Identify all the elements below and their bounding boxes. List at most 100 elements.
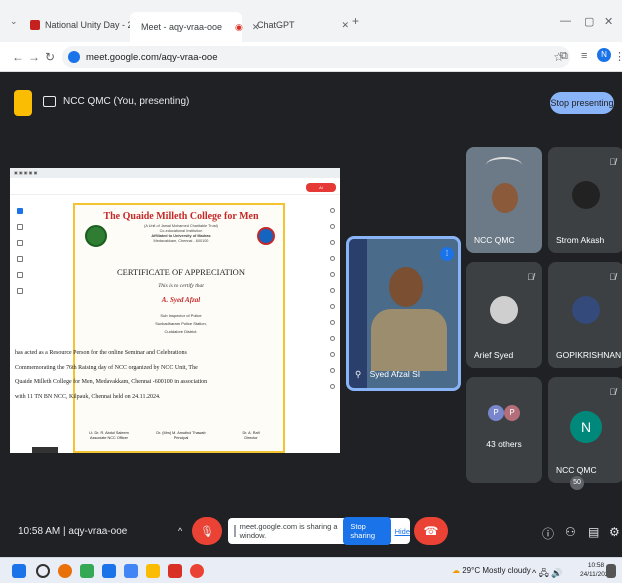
sharing-notice: meet.google.com is sharing a window. Sto… [228, 517, 410, 545]
people-icon[interactable]: ⚇ [565, 525, 576, 539]
presenting-title: NCC QMC (You, presenting) [63, 96, 190, 107]
gmail-icon [30, 20, 40, 30]
start-icon[interactable] [12, 564, 26, 578]
extensions-icon[interactable]: ⧉ [560, 50, 568, 63]
weather-widget[interactable]: ☁ 29°C Mostly cloudy [452, 566, 531, 575]
tab-meet[interactable]: Meet - aqy-vraa-ooe ◉ ✕ [130, 12, 259, 42]
participant-tile[interactable]: 🎙̸ N NCC QMC [548, 377, 622, 483]
search-icon[interactable] [36, 564, 50, 578]
menu-icon[interactable]: ⋮ [614, 50, 622, 63]
files-icon[interactable] [124, 564, 138, 578]
drag-handle-icon[interactable] [234, 525, 236, 537]
chrome-icon[interactable] [58, 564, 72, 578]
mic-off-icon: 🎙̸ [609, 272, 616, 282]
signature-3: Dr. A. Rafi Director [242, 431, 260, 440]
shared-status-chip [32, 447, 58, 453]
chat-icon[interactable]: ▤ [588, 525, 599, 539]
tab-list-chevron-icon[interactable]: ⌄ [10, 16, 18, 27]
station: Sunkadharam Police Station, [155, 321, 207, 326]
mic-off-icon: 🎙̸ [527, 272, 534, 282]
url-field[interactable]: meet.google.com/aqy-vraa-ooe ☆ [62, 46, 570, 68]
hide-link[interactable]: Hide [395, 527, 410, 536]
tab-label: ChatGPT [257, 20, 295, 30]
mic-off-icon: 🎙 [200, 525, 214, 538]
shared-screen: ▣ ▣ ▣ ▣ ▣ AI The Quaide Milleth College … [10, 168, 340, 453]
participant-tile[interactable]: 🎙̸ Strom Akash [548, 147, 622, 253]
recipient-name: A. Syed Afzal [161, 296, 201, 304]
participant-name: GOPIKRISHNAN SI... [556, 350, 622, 360]
college-subtitle: (A Unit of Jamal Mohamed Charitable Trus… [144, 224, 218, 243]
shared-toolbar [10, 181, 340, 195]
maximize-icon[interactable]: ▢ [584, 15, 594, 28]
folder-icon[interactable] [146, 564, 160, 578]
new-tab-icon[interactable]: + [352, 14, 359, 28]
participant-tile[interactable]: 🎙̸ Arief Syed [466, 262, 542, 368]
edge-icon[interactable] [102, 564, 116, 578]
district: Cuddalore District. [164, 329, 198, 334]
site-info-icon[interactable] [68, 51, 80, 63]
participant-tile[interactable]: 🎙̸ GOPIKRISHNAN SI... [548, 262, 622, 368]
participant-name: Strom Akash [556, 235, 605, 245]
shared-right-tools [328, 208, 336, 448]
others-avatar: P [488, 405, 504, 421]
shared-ai-button: AI [306, 183, 336, 192]
participant-initial-avatar: N [570, 411, 602, 443]
participant-avatar [572, 181, 600, 209]
participant-name: NCC QMC [556, 465, 597, 475]
others-tile[interactable]: P P 43 others [466, 377, 542, 483]
stop-presenting-button[interactable]: Stop presenting [550, 92, 614, 114]
participant-face [492, 183, 518, 213]
stop-sharing-button[interactable]: Stop sharing [343, 517, 391, 545]
signature-1: Lt. Dr. R. Abdul Saleem Associate NCC Of… [89, 431, 129, 440]
certificate-heading: CERTIFICATE OF APPRECIATION [117, 267, 245, 277]
ceiling-fan-icon [486, 157, 522, 173]
sharing-message: meet.google.com is sharing a window. [239, 522, 338, 540]
pdf-icon[interactable] [168, 564, 182, 578]
minimize-icon[interactable]: — [560, 15, 571, 27]
tab-chatgpt[interactable]: ChatGPT ✕ [246, 14, 350, 36]
profile-avatar[interactable]: N [597, 48, 611, 62]
meet-header: NCC QMC (You, presenting) Stop presentin… [0, 72, 622, 134]
recording-icon: ◉ [235, 21, 243, 32]
pin-icon[interactable]: ⚲ [355, 369, 361, 379]
back-icon[interactable]: ← [12, 50, 24, 64]
certificate-body: has acted as a Resource Person for the o… [15, 350, 208, 400]
close-tab-icon[interactable]: ✕ [342, 20, 350, 31]
browser-tab-bar: ⌄ National Unity Day - 2024 - ncc ✕ Meet… [0, 0, 622, 42]
meeting-time-code: 10:58 AM | aqy-vraa-ooe [18, 526, 128, 537]
participant-tile[interactable]: NCC QMC [466, 147, 542, 253]
participant-count-badge: 50 [570, 476, 584, 490]
activities-icon[interactable]: ⚙ [609, 525, 620, 539]
meeting-info-icon[interactable]: ⓘ [542, 525, 554, 542]
meet-controls-bar: 10:58 AM | aqy-vraa-ooe ^ 🎙 meet.google.… [0, 505, 622, 557]
speaker-tile[interactable]: ⁞ ⚲ Syed Afzal SI [346, 236, 461, 391]
mic-off-icon: 🎙̸ [609, 157, 616, 167]
weather-icon: ☁ [452, 566, 460, 575]
participant-avatar [490, 296, 518, 324]
signature-2: Dr. (Mrs) M. Amuthul Thawab Principal [156, 431, 206, 440]
speaker-body [371, 309, 447, 371]
reload-icon[interactable]: ↻ [45, 50, 55, 64]
college-name: The Quaide Milleth College for Men [103, 211, 259, 222]
participant-avatar [572, 296, 600, 324]
speaking-indicator-icon: ⁞ [440, 247, 454, 261]
system-tray[interactable]: ^ 🖧 🔊 [532, 566, 562, 582]
notifications-icon[interactable] [606, 564, 616, 578]
participant-name: Arief Syed [474, 350, 514, 360]
designation: Sub Inspector of Police [160, 313, 202, 318]
address-bar: ← → ↻ meet.google.com/aqy-vraa-ooe ☆ ⧉ ≡… [0, 42, 622, 72]
mic-toggle-button[interactable]: ^ 🎙 [178, 517, 222, 545]
close-window-icon[interactable]: ✕ [604, 15, 613, 28]
tab-label: Meet - aqy-vraa-ooe [141, 22, 223, 32]
others-avatar: P [504, 405, 520, 421]
forward-icon[interactable]: → [28, 50, 40, 64]
app-icon[interactable] [80, 564, 94, 578]
reading-list-icon[interactable]: ≡ [581, 50, 587, 62]
end-call-button[interactable]: ☎ [414, 517, 448, 545]
mic-off-icon: 🎙̸ [609, 387, 616, 397]
mic-options-chevron-icon[interactable]: ^ [178, 526, 182, 536]
others-count: 43 others [486, 439, 522, 449]
weather-text: 29°C Mostly cloudy [462, 566, 531, 575]
chrome-active-icon[interactable] [190, 564, 204, 578]
speaker-name: ⚲ Syed Afzal SI [355, 369, 421, 379]
